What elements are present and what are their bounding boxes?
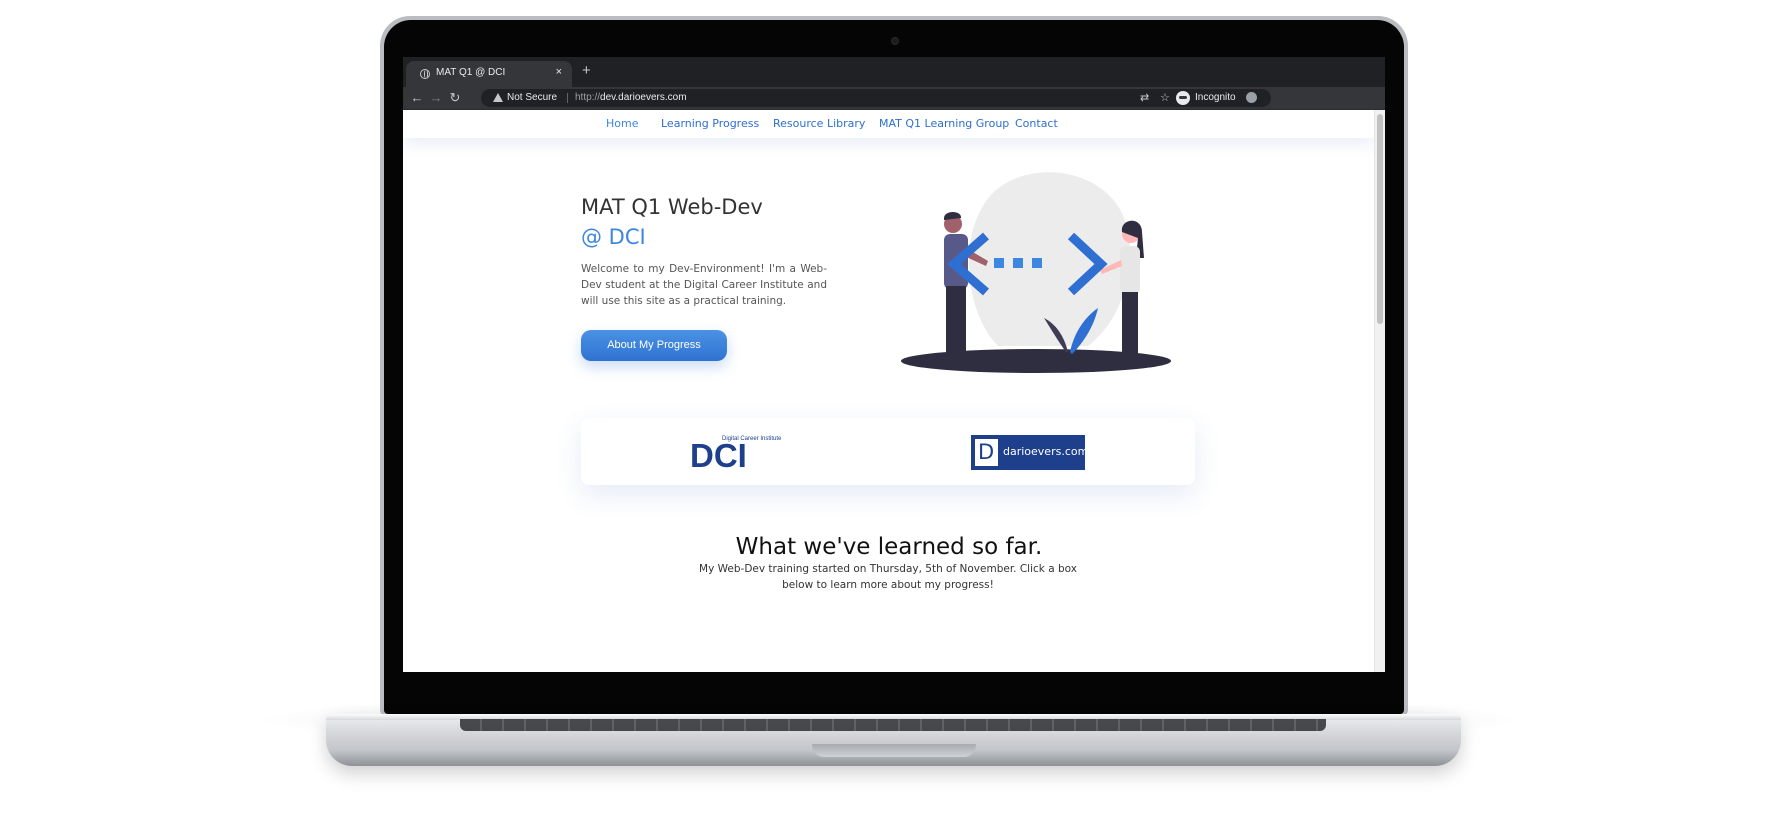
partner-logos-card: DCI Digital Career Institute D darioever… <box>581 418 1195 485</box>
dci-logo[interactable]: DCI Digital Career Institute <box>690 434 786 470</box>
url-protocol: http:// <box>575 92 601 103</box>
darioevers-logo-box: D <box>975 439 998 466</box>
darioevers-logo[interactable]: D darioevers.com <box>971 435 1089 470</box>
reload-icon[interactable]: ↻ <box>447 90 463 106</box>
nav-contact[interactable]: Contact <box>1015 117 1058 130</box>
security-label[interactable]: Not Secure <box>507 92 557 103</box>
laptop-notch <box>812 744 976 757</box>
page-viewport: Home Learning Progress Resource Library … <box>403 110 1385 672</box>
warning-icon <box>493 93 503 102</box>
incognito-indicator[interactable]: Incognito <box>1176 89 1246 107</box>
hero-subtitle: @ DCI <box>581 225 646 249</box>
page-scrollbar[interactable] <box>1374 110 1385 672</box>
laptop-keyboard <box>460 719 1326 731</box>
forward-arrow-icon[interactable]: → <box>428 90 444 106</box>
nav-learning-group[interactable]: MAT Q1 Learning Group <box>879 117 1009 130</box>
nav-resource-library[interactable]: Resource Library <box>773 117 865 130</box>
scrollbar-thumb[interactable] <box>1377 114 1383 324</box>
darioevers-logo-initial: D <box>978 440 995 464</box>
nav-learning-progress[interactable]: Learning Progress <box>661 117 759 130</box>
browser-tab[interactable]: MAT Q1 @ DCI × <box>406 61 572 87</box>
section-title: What we've learned so far. <box>735 534 1043 560</box>
scene: MAT Q1 @ DCI × + ← → ↻ Not Secure http:/… <box>0 0 1782 833</box>
star-icon[interactable]: ☆ <box>1160 90 1170 106</box>
translate-icon[interactable]: ⇄ <box>1140 90 1149 106</box>
menu-icon[interactable] <box>1246 92 1257 103</box>
new-tab-button[interactable]: + <box>582 63 591 79</box>
globe-icon <box>420 69 430 79</box>
browser-toolbar: ← → ↻ Not Secure http://dev.darioevers.c… <box>403 87 1385 110</box>
section-description: My Web-Dev training started on Thursday,… <box>699 563 1077 591</box>
camera-dot <box>891 37 899 45</box>
url-host: dev.darioevers.com <box>600 92 687 103</box>
tab-title: MAT Q1 @ DCI <box>436 67 506 78</box>
dci-logo-tagline: Digital Career Institute <box>722 436 782 442</box>
incognito-label: Incognito <box>1195 92 1236 103</box>
back-arrow-icon[interactable]: ← <box>409 90 425 106</box>
hero-description: Welcome to my Dev-Environment! I'm a Web… <box>581 263 827 307</box>
url-text[interactable]: http://dev.darioevers.com <box>575 92 687 103</box>
hero-title: MAT Q1 Web-Dev <box>581 195 763 219</box>
close-tab-icon[interactable]: × <box>556 66 562 78</box>
darioevers-logo-text: darioevers.com <box>1003 445 1089 458</box>
address-separator <box>567 93 568 103</box>
laptop-screen: MAT Q1 @ DCI × + ← → ↻ Not Secure http:/… <box>403 57 1385 672</box>
hero-illustration <box>901 172 1171 373</box>
nav-home[interactable]: Home <box>606 117 638 130</box>
address-bar[interactable]: Not Secure http://dev.darioevers.com <box>481 89 1271 107</box>
site-navbar: Home Learning Progress Resource Library … <box>403 110 1375 138</box>
about-progress-button[interactable]: About My Progress <box>581 330 727 361</box>
incognito-icon <box>1176 91 1190 105</box>
illustration-blob <box>968 172 1131 346</box>
browser-tabstrip: MAT Q1 @ DCI × + <box>403 57 1385 87</box>
